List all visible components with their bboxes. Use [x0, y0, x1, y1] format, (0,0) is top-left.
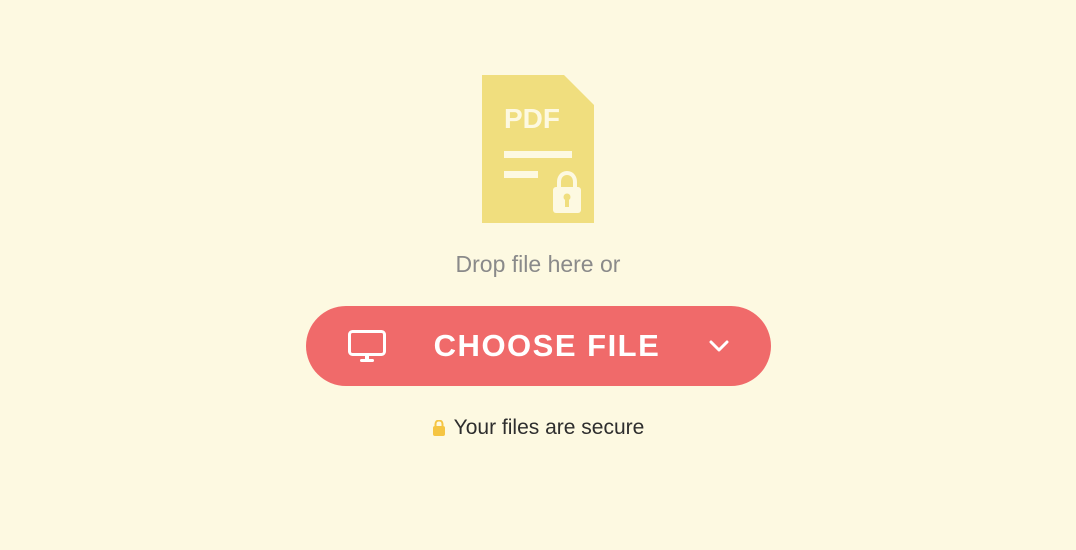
choose-file-label: CHOOSE FILE	[386, 328, 709, 364]
pdf-file-icon: PDF	[482, 75, 594, 223]
security-message-row: Your files are secure	[432, 416, 645, 440]
security-message-text: Your files are secure	[454, 416, 645, 440]
computer-icon	[348, 330, 386, 362]
pdf-label-text: PDF	[504, 103, 560, 134]
lock-icon	[432, 420, 446, 436]
chevron-down-icon	[709, 340, 729, 352]
choose-file-button[interactable]: CHOOSE FILE	[306, 306, 771, 386]
drop-file-prompt: Drop file here or	[456, 251, 621, 278]
